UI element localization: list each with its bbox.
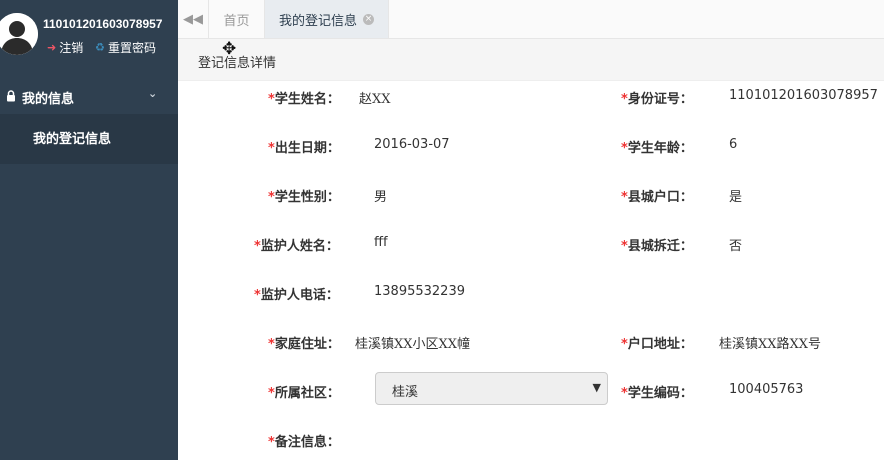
sidebar-group-label: 我的信息 bbox=[22, 92, 75, 107]
home-address-label: *家庭住址： bbox=[268, 337, 340, 352]
tab-home-label: 首页 bbox=[223, 13, 250, 29]
chevron-down-icon: ⌄ bbox=[148, 87, 158, 100]
student-gender-value: 男 bbox=[374, 190, 388, 205]
reset-password-label: 重置密码 bbox=[107, 41, 156, 55]
guardian-name-value: fff bbox=[374, 235, 388, 250]
student-name-label: *学生姓名： bbox=[268, 92, 340, 107]
community-select-value: 桂溪 bbox=[392, 385, 419, 400]
chevron-down-icon: ▼ bbox=[592, 381, 601, 394]
community-label: *所属社区： bbox=[268, 386, 340, 401]
student-age-label: *学生年龄： bbox=[621, 141, 693, 156]
home-address-value: 桂溪镇XX小区XX幢 bbox=[355, 337, 471, 352]
tabs-bar: ◀◀ 首页 我的登记信息 × bbox=[178, 0, 884, 39]
user-avatar-icon bbox=[0, 13, 38, 55]
tab-scroll-left-button[interactable]: ◀◀ bbox=[178, 0, 209, 38]
move-cursor-icon: ✥ bbox=[222, 39, 237, 59]
sign-out-icon: ➜ bbox=[47, 41, 57, 54]
remarks-label: *备注信息： bbox=[268, 435, 340, 450]
county-relocation-label: *县城拆迁： bbox=[621, 239, 693, 254]
recycle-icon: ♻ bbox=[95, 41, 105, 54]
user-links: ➜ 注销 ♻ 重置密码 bbox=[47, 39, 164, 56]
guardian-phone-value: 13895532239 bbox=[374, 284, 465, 299]
sidebar-submenu: 我的登记信息 bbox=[0, 114, 178, 164]
reset-password-link[interactable]: ♻ 重置密码 bbox=[95, 39, 156, 56]
county-hukou-value: 是 bbox=[729, 190, 743, 205]
sidebar: 110101201603078957 ➜ 注销 ♻ 重置密码 我的信息 ⌄ 我的… bbox=[0, 0, 178, 460]
guardian-name-label: *监护人姓名： bbox=[254, 239, 339, 254]
logout-label: 注销 bbox=[59, 41, 84, 55]
user-panel: 110101201603078957 ➜ 注销 ♻ 重置密码 bbox=[0, 0, 178, 80]
id-number-value: 110101201603078957 bbox=[729, 88, 878, 103]
content-header: 登记信息详情 ✥ bbox=[178, 39, 884, 81]
community-select[interactable]: 桂溪 ▼ bbox=[375, 372, 608, 405]
sidebar-group-my-info[interactable]: 我的信息 ⌄ bbox=[0, 80, 178, 114]
student-code-value: 100405763 bbox=[729, 382, 804, 397]
birth-date-value: 2016-03-07 bbox=[374, 137, 450, 152]
main-content: 登记信息详情 ✥ *学生姓名： 赵XX *身份证号： 1101012016030… bbox=[178, 39, 884, 460]
student-age-value: 6 bbox=[729, 137, 738, 152]
county-relocation-value: 否 bbox=[729, 239, 743, 254]
lock-icon bbox=[6, 90, 16, 106]
double-left-icon: ◀◀ bbox=[183, 11, 203, 27]
sidebar-item-my-registration[interactable]: 我的登记信息 bbox=[33, 128, 111, 147]
student-name-value: 赵XX bbox=[359, 92, 391, 107]
hukou-address-value: 桂溪镇XX路XX号 bbox=[719, 337, 822, 352]
student-code-label: *学生编码： bbox=[621, 386, 693, 401]
guardian-phone-label: *监护人电话： bbox=[254, 288, 339, 303]
tab-my-registration-label: 我的登记信息 bbox=[279, 13, 358, 29]
student-gender-label: *学生性别： bbox=[268, 190, 340, 205]
avatar[interactable] bbox=[0, 13, 38, 55]
birth-date-label: *出生日期： bbox=[268, 141, 340, 156]
logout-link[interactable]: ➜ 注销 bbox=[47, 39, 83, 56]
county-hukou-label: *县城户口： bbox=[621, 190, 693, 205]
tab-home[interactable]: 首页 bbox=[209, 0, 265, 38]
tab-my-registration[interactable]: 我的登记信息 × bbox=[265, 0, 389, 38]
id-number-label: *身份证号： bbox=[621, 92, 693, 107]
close-circle-icon[interactable]: × bbox=[363, 13, 375, 25]
user-name: 110101201603078957 bbox=[43, 17, 163, 31]
hukou-address-label: *户口地址： bbox=[621, 337, 693, 352]
page-title: 登记信息详情 bbox=[198, 56, 277, 71]
